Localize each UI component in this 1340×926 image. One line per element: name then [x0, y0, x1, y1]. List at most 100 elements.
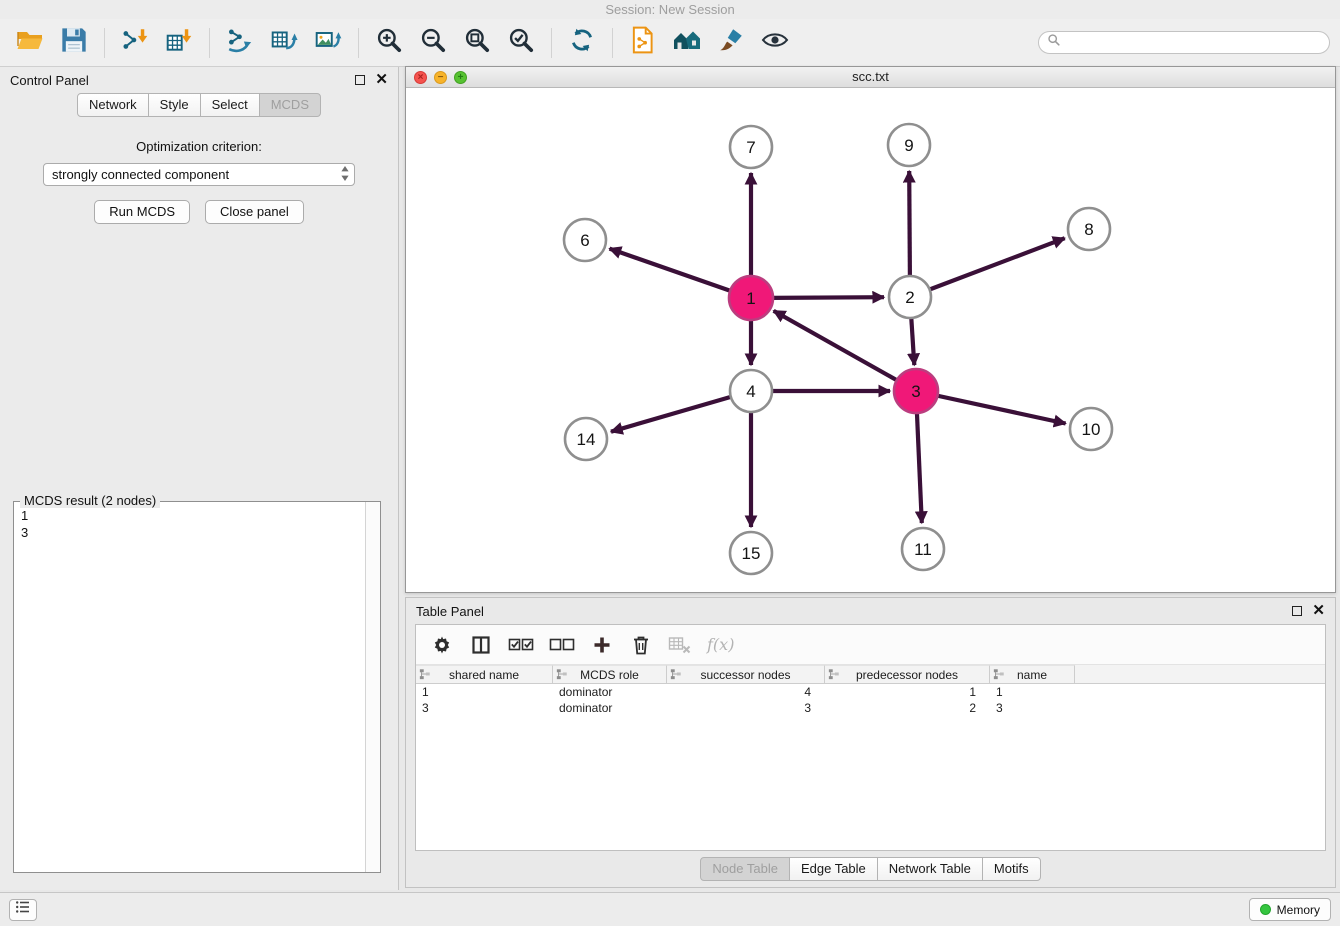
graph-node-1[interactable]: 1	[729, 276, 773, 320]
network-window-titlebar[interactable]: × − + scc.txt	[406, 67, 1335, 88]
graph-node-7[interactable]: 7	[730, 126, 772, 168]
delete-column-button[interactable]	[629, 632, 653, 658]
search-input[interactable]	[1067, 36, 1321, 50]
control-tab-style[interactable]: Style	[148, 93, 201, 117]
deselect-all-rows-icon	[549, 637, 575, 653]
export-table-icon	[270, 26, 298, 59]
open-file-button[interactable]	[10, 23, 50, 63]
select-all-rows-button[interactable]	[508, 632, 534, 658]
graph-node-15[interactable]: 15	[730, 532, 772, 574]
result-scrollbar[interactable]	[365, 502, 380, 872]
close-panel-button[interactable]: Close panel	[205, 200, 304, 224]
graph-edge-3-1[interactable]	[774, 311, 898, 381]
graph-edge-1-6[interactable]	[610, 249, 732, 292]
graph-node-10[interactable]: 10	[1070, 408, 1112, 450]
table-panel-tabs: Node TableEdge TableNetwork TableMotifs	[406, 857, 1335, 881]
column-visibility-button[interactable]	[469, 632, 493, 658]
show-hide-eye-button[interactable]	[755, 23, 795, 63]
graph-edge-4-14[interactable]	[611, 397, 731, 432]
select-all-rows-icon	[508, 637, 534, 653]
application-window: Session: New Session Control Panel ✕ Net…	[0, 0, 1340, 926]
network-graph[interactable]: 7 9 6 8 1 2 4 3 14 10 15 11	[406, 89, 1335, 593]
import-table-button[interactable]	[159, 23, 199, 63]
table-row[interactable]: 1dominator411	[416, 684, 1325, 700]
style-brush-button[interactable]	[711, 23, 751, 63]
deselect-all-rows-button[interactable]	[549, 632, 575, 658]
close-panel-icon[interactable]: ✕	[375, 75, 388, 85]
export-network-button[interactable]	[220, 23, 260, 63]
column-sort-icon[interactable]	[419, 668, 431, 683]
column-sort-icon[interactable]	[993, 668, 1005, 683]
network-document-button[interactable]	[623, 23, 663, 63]
run-mcds-button[interactable]: Run MCDS	[94, 200, 190, 224]
toolbar-separator	[104, 28, 105, 58]
graph-node-11[interactable]: 11	[902, 528, 944, 570]
save-session-button[interactable]	[54, 23, 94, 63]
maximize-window-button[interactable]: +	[454, 71, 467, 84]
control-tab-select[interactable]: Select	[200, 93, 260, 117]
graph-node-9[interactable]: 9	[888, 124, 930, 166]
column-header-shared-name[interactable]: shared name	[416, 665, 553, 683]
graph-node-8[interactable]: 8	[1068, 208, 1110, 250]
graph-node-3[interactable]: 3	[894, 369, 938, 413]
table-tab-network-table[interactable]: Network Table	[877, 857, 983, 881]
column-sort-icon[interactable]	[670, 668, 682, 683]
column-header-successor-nodes[interactable]: successor nodes	[667, 665, 825, 683]
memory-button[interactable]: Memory	[1249, 898, 1331, 921]
graph-edge-2-3[interactable]	[911, 318, 914, 365]
optimization-criterion-label: Optimization criterion:	[0, 139, 398, 154]
open-file-icon	[16, 26, 44, 59]
graph-node-2[interactable]: 2	[889, 276, 931, 318]
graph-edge-1-2[interactable]	[772, 297, 884, 298]
zoom-selected-button[interactable]	[501, 23, 541, 63]
refresh-layout-button[interactable]	[562, 23, 602, 63]
table-tab-edge-table[interactable]: Edge Table	[789, 857, 878, 881]
control-tab-mcds[interactable]: MCDS	[259, 93, 321, 117]
control-panel-title: Control Panel	[10, 73, 89, 88]
column-header-name[interactable]: name	[990, 665, 1075, 683]
minimize-window-button[interactable]: −	[434, 71, 447, 84]
table-header-row: shared name MCDS role successor nodesprede…	[416, 665, 1325, 684]
float-panel-icon[interactable]	[355, 75, 365, 85]
zoom-out-button[interactable]	[413, 23, 453, 63]
graph-edge-3-11[interactable]	[917, 412, 922, 523]
column-header-predecessor-nodes[interactable]: predecessor nodes	[825, 665, 990, 683]
add-column-button[interactable]	[590, 632, 614, 658]
optimization-criterion-select[interactable]: strongly connected component	[43, 163, 355, 186]
graph-edge-2-9[interactable]	[909, 171, 910, 276]
graph-node-6[interactable]: 6	[564, 219, 606, 261]
toolbar-separator	[358, 28, 359, 58]
column-header-MCDS-role[interactable]: MCDS role	[553, 665, 667, 683]
svg-text:3: 3	[911, 382, 920, 401]
export-image-button[interactable]	[308, 23, 348, 63]
close-table-panel-icon[interactable]: ✕	[1312, 606, 1325, 616]
graph-edge-3-10[interactable]	[937, 396, 1066, 424]
zoom-fit-button[interactable]	[457, 23, 497, 63]
column-header-label: MCDS role	[580, 668, 639, 682]
zoom-in-button[interactable]	[369, 23, 409, 63]
export-table-button[interactable]	[264, 23, 304, 63]
close-window-button[interactable]: ×	[414, 71, 427, 84]
graph-edge-2-8[interactable]	[930, 238, 1065, 289]
app-titlebar[interactable]: Session: New Session	[0, 0, 1340, 19]
column-sort-icon[interactable]	[828, 668, 840, 683]
graph-node-4[interactable]: 4	[730, 370, 772, 412]
search-box[interactable]	[1038, 31, 1330, 54]
table-row[interactable]: 3dominator323	[416, 700, 1325, 716]
import-network-button[interactable]	[115, 23, 155, 63]
control-panel-header: Control Panel ✕	[0, 67, 398, 93]
float-table-panel-icon[interactable]	[1292, 606, 1302, 616]
network-canvas[interactable]: 7 9 6 8 1 2 4 3 14 10 15 11	[406, 89, 1335, 592]
toolbar-separator	[551, 28, 552, 58]
svg-text:7: 7	[746, 138, 755, 157]
svg-text:1: 1	[746, 289, 755, 308]
column-sort-icon[interactable]	[556, 668, 568, 683]
table-body: 1dominator4113dominator323	[416, 684, 1325, 716]
first-neighbors-button[interactable]	[667, 23, 707, 63]
table-tab-motifs[interactable]: Motifs	[982, 857, 1041, 881]
table-tab-node-table[interactable]: Node Table	[700, 857, 790, 881]
control-tab-network[interactable]: Network	[77, 93, 149, 117]
table-settings-gear-button[interactable]	[430, 632, 454, 658]
graph-node-14[interactable]: 14	[565, 418, 607, 460]
task-history-button[interactable]	[9, 899, 37, 921]
